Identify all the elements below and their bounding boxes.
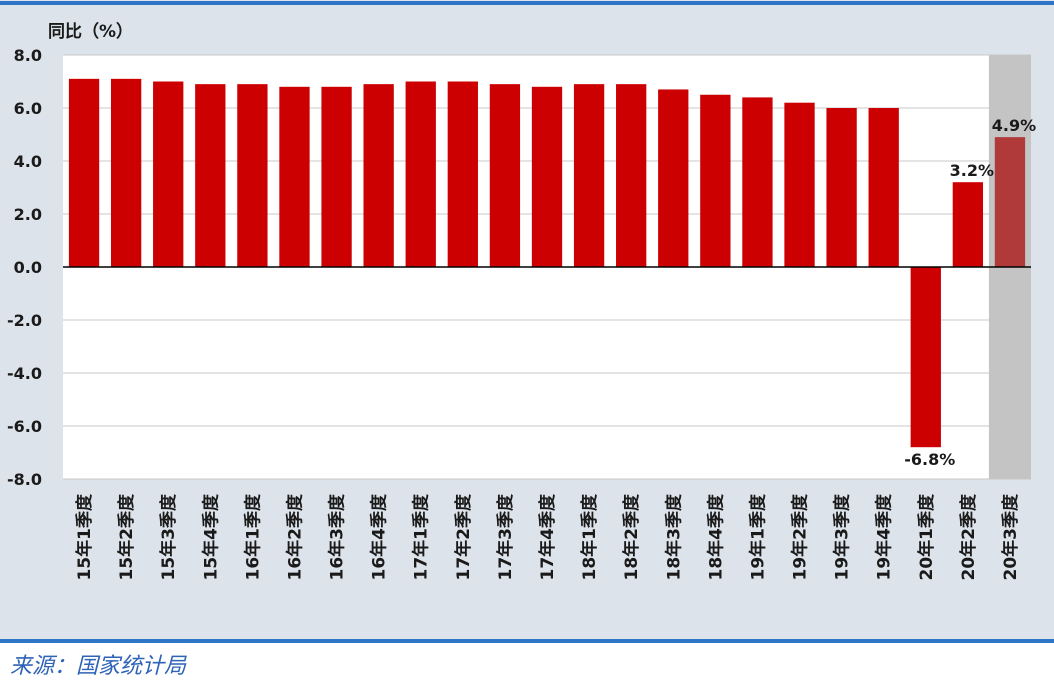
x-tick-label: 16年1季度	[242, 493, 263, 580]
x-tick-label: 18年2季度	[621, 493, 642, 580]
bar	[489, 84, 521, 268]
y-tick-label: 0.0	[14, 258, 42, 277]
x-tick-label: 19年3季度	[832, 493, 853, 580]
bar	[658, 89, 689, 267]
bar	[573, 84, 605, 268]
bar	[363, 84, 394, 268]
bar	[110, 78, 142, 267]
data-label: -6.8%	[904, 450, 955, 469]
y-tick-label: -4.0	[7, 364, 42, 383]
x-tick-label: 20年1季度	[916, 493, 937, 580]
x-tick-label: 18年1季度	[579, 493, 600, 580]
x-tick-label: 15年2季度	[116, 493, 137, 580]
x-tick-label: 19年2季度	[790, 493, 811, 580]
bar	[405, 81, 436, 267]
x-tick-labels: 15年1季度 15年2季度 15年3季度 15年4季度 16年1季度 16年2季度 16年3…	[74, 493, 1021, 580]
bar	[68, 78, 100, 267]
x-tick-label: 17年4季度	[537, 493, 558, 580]
bar	[868, 108, 899, 267]
bar	[700, 94, 731, 267]
y-axis-title: 同比（%）	[48, 21, 133, 42]
x-tick-label: 17年1季度	[411, 493, 432, 580]
bar	[784, 102, 815, 267]
x-tick-label: 16年2季度	[284, 493, 305, 580]
source-note: 来源：国家统计局	[10, 654, 187, 679]
y-tick-label: 2.0	[14, 205, 42, 224]
bar	[321, 86, 352, 267]
bar	[994, 137, 1026, 267]
y-tick-label: 6.0	[14, 99, 42, 118]
x-tick-label: 16年3季度	[327, 493, 348, 580]
bar	[616, 84, 647, 268]
bar	[279, 86, 310, 267]
y-tick-label: -6.0	[7, 417, 42, 436]
bar	[910, 267, 941, 448]
bar	[195, 84, 226, 268]
x-tick-label: 20年3季度	[1000, 493, 1021, 580]
x-tick-label: 19年1季度	[747, 493, 768, 580]
x-tick-label: 18年3季度	[663, 493, 684, 580]
x-tick-label: 16年4季度	[369, 493, 390, 580]
y-tick-label: 8.0	[14, 46, 42, 65]
y-tick-label: -2.0	[7, 311, 42, 330]
x-tick-label: 17年3季度	[495, 493, 516, 580]
chart-frame: 8.06.04.02.00.0-2.0-4.0-6.0-8.0 15年1季度 15…	[0, 0, 1054, 643]
bar	[237, 84, 268, 268]
x-tick-label: 20年2季度	[958, 493, 979, 580]
data-label: 3.2%	[950, 161, 994, 180]
y-tick-label: -8.0	[7, 470, 42, 489]
x-tick-label: 18年4季度	[705, 493, 726, 580]
bar	[447, 81, 478, 267]
bar	[826, 108, 857, 267]
bar	[153, 81, 184, 267]
x-tick-label: 19年4季度	[874, 493, 895, 580]
x-tick-label: 17年2季度	[453, 493, 474, 580]
x-tick-label: 15年4季度	[200, 493, 221, 580]
bar	[952, 182, 984, 267]
bar	[742, 97, 773, 268]
bar	[531, 86, 563, 267]
y-tick-label: 4.0	[14, 152, 42, 171]
x-tick-label: 15年3季度	[158, 493, 179, 580]
data-label: 4.9%	[992, 116, 1036, 135]
x-tick-label: 15年1季度	[74, 493, 95, 580]
